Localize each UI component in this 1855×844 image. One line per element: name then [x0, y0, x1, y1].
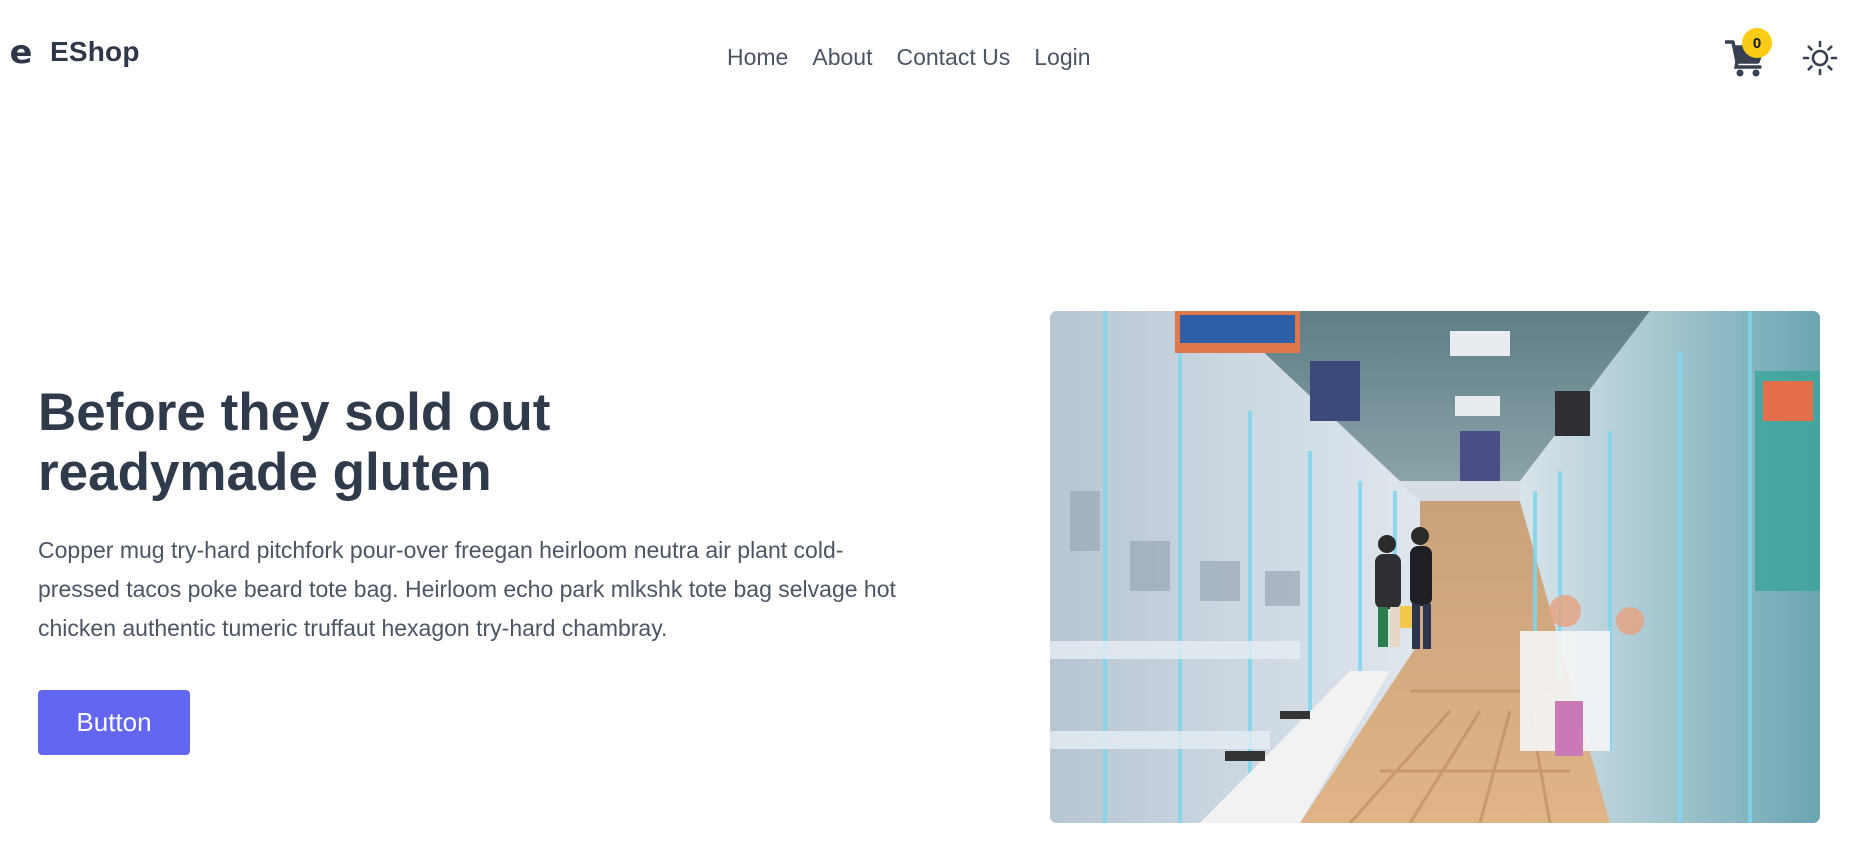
nav-link-contact-us[interactable]: Contact Us: [896, 44, 1010, 71]
e-logo-icon: e: [9, 33, 33, 71]
hero-text-block: Before they sold out readymade gluten Co…: [38, 383, 918, 648]
brand-name: EShop: [50, 36, 140, 67]
nav-link-home[interactable]: Home: [727, 44, 788, 71]
cart-button[interactable]: 0: [1725, 28, 1772, 78]
hero-image: [1050, 311, 1820, 823]
sun-icon: [1802, 40, 1838, 76]
brand-link[interactable]: e EShop: [8, 36, 140, 68]
nav-link-login[interactable]: Login: [1034, 44, 1090, 71]
main-nav: Home About Contact Us Login: [727, 44, 1091, 71]
hero-photo: [1050, 311, 1820, 823]
navbar: e EShop Home About Contact Us Login 0: [0, 0, 1855, 100]
theme-toggle-button[interactable]: [1802, 40, 1838, 76]
hero-title: Before they sold out readymade gluten: [38, 383, 551, 502]
hero-cta-button[interactable]: Button: [38, 690, 190, 755]
hero-description: Copper mug try-hard pitchfork pour-over …: [38, 537, 896, 641]
nav-link-about[interactable]: About: [812, 44, 872, 71]
cart-count-badge: 0: [1742, 28, 1772, 58]
